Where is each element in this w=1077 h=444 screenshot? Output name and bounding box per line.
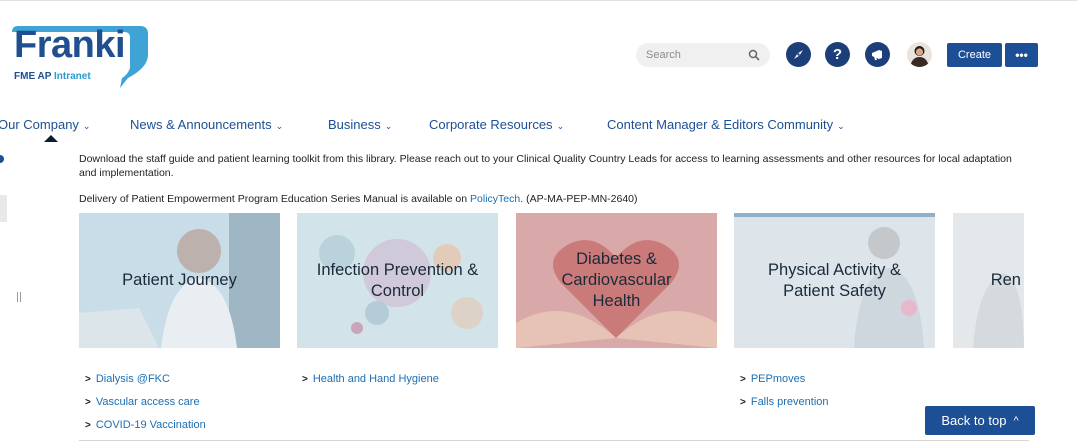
nav-business[interactable]: Business ⌄ xyxy=(328,117,392,132)
search-icon[interactable] xyxy=(748,49,760,61)
megaphone-icon[interactable] xyxy=(865,42,890,67)
section-divider xyxy=(79,440,1029,441)
link-falls-prevention[interactable]: > Falls prevention xyxy=(740,396,829,408)
tile-label: Diabetes & Cardiovascular Health xyxy=(561,250,672,310)
chevron-right-icon: > xyxy=(85,397,91,408)
chevron-down-icon: ⌄ xyxy=(82,121,91,131)
link-dialysis[interactable]: > Dialysis @FKC xyxy=(85,373,170,385)
active-nav-indicator xyxy=(44,135,58,142)
sidebar-indicator[interactable] xyxy=(0,155,4,163)
nav-our-company[interactable]: Our Company ⌄ xyxy=(0,117,90,132)
link-hand-hygiene[interactable]: > Health and Hand Hygiene xyxy=(302,373,439,385)
chevron-right-icon: > xyxy=(85,374,91,385)
chevron-down-icon: ⌄ xyxy=(837,121,845,131)
tile-patient-journey[interactable]: Patient Journey xyxy=(79,213,280,348)
search-box[interactable] xyxy=(636,43,770,67)
tile-label: Infection Prevention & Control xyxy=(316,260,479,300)
top-border xyxy=(0,0,1077,1)
help-icon[interactable]: ? xyxy=(825,42,850,67)
tile-physical-activity[interactable]: Physical Activity & Patient Safety xyxy=(734,213,935,348)
compass-icon[interactable] xyxy=(786,42,811,67)
nav-corporate-resources[interactable]: Corporate Resources ⌄ xyxy=(429,117,564,132)
nav-news-announcements[interactable]: News & Announcements ⌄ xyxy=(130,117,283,132)
link-covid-vaccination[interactable]: > COVID-19 Vaccination xyxy=(85,419,206,431)
chevron-right-icon: > xyxy=(302,374,308,385)
policytech-link[interactable]: PolicyTech xyxy=(470,193,520,205)
tile-label: Ren xyxy=(990,271,1021,289)
chevron-down-icon: ⌄ xyxy=(384,121,393,131)
create-button[interactable]: Create xyxy=(947,43,1002,67)
logo-wordmark: Franki xyxy=(14,24,126,66)
more-options-button[interactable]: ••• xyxy=(1005,43,1038,67)
search-input[interactable] xyxy=(636,43,736,67)
back-to-top-button[interactable]: Back to top ^ xyxy=(925,406,1035,435)
delivery-text: Delivery of Patient Empowerment Program … xyxy=(79,193,638,205)
link-vascular-access[interactable]: > Vascular access care xyxy=(85,396,200,408)
tile-infection-prevention[interactable]: Infection Prevention & Control xyxy=(297,213,498,348)
chevron-right-icon: > xyxy=(740,397,746,408)
tile-label: Patient Journey xyxy=(122,271,237,289)
sidebar-resize-handle[interactable] xyxy=(17,292,21,302)
tile-renal[interactable]: Ren xyxy=(953,213,1024,348)
tile-diabetes-cardiovascular[interactable]: Diabetes & Cardiovascular Health xyxy=(516,213,717,348)
link-pepmoves[interactable]: > PEPmoves xyxy=(740,373,805,385)
chevron-down-icon: ⌄ xyxy=(556,121,565,131)
chevron-up-icon: ^ xyxy=(1013,414,1019,427)
sidebar-item[interactable] xyxy=(0,195,7,222)
chevron-down-icon: ⌄ xyxy=(275,121,284,131)
logo-tagline: FME AP Intranet xyxy=(14,71,91,82)
chevron-right-icon: > xyxy=(740,374,746,385)
tile-label: Physical Activity & Patient Safety xyxy=(768,260,901,300)
user-avatar[interactable] xyxy=(907,42,932,67)
intro-text: Download the staff guide and patient lea… xyxy=(79,153,1012,179)
franki-logo[interactable]: Franki FME AP Intranet xyxy=(10,24,155,90)
nav-content-manager[interactable]: Content Manager & Editors Community ⌄ xyxy=(607,117,845,132)
chevron-right-icon: > xyxy=(85,420,91,431)
